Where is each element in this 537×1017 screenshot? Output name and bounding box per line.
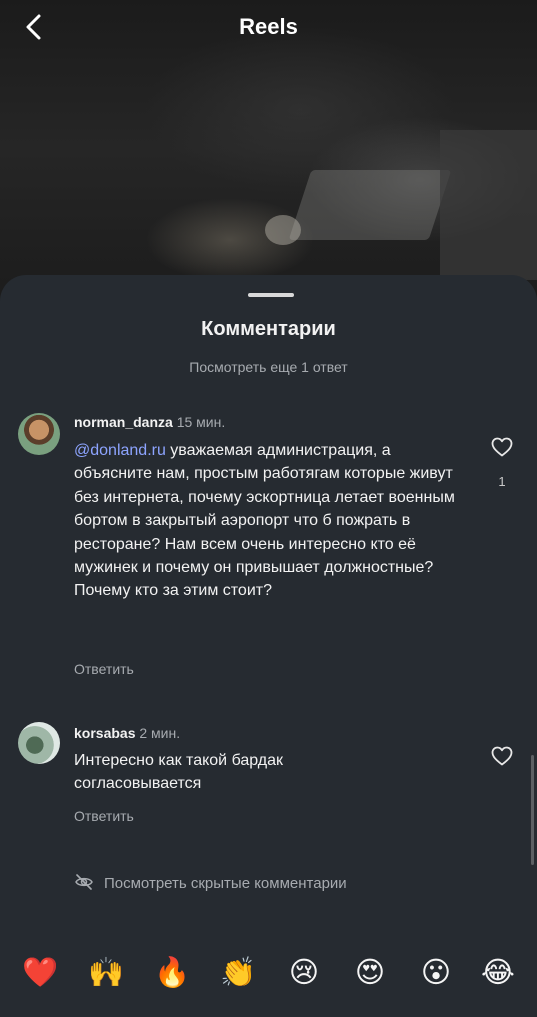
comment-meta: norman_danza 15 мин.: [74, 414, 225, 430]
view-hidden-comments-link[interactable]: Посмотреть скрытые комментарии: [74, 873, 347, 892]
reaction-bar: ❤️ 🙌 🔥 👏 😢 😍 😮 😂: [0, 955, 537, 995]
reaction-crying-face[interactable]: 😢: [286, 955, 322, 991]
reaction-heart[interactable]: ❤️: [22, 955, 58, 991]
reaction-heart-eyes[interactable]: 😍: [352, 955, 388, 991]
comment-time: 15 мин.: [176, 414, 226, 430]
comments-title: Комментарии: [201, 318, 336, 340]
comment-body: уважаемая администрация, а объясните нам…: [74, 442, 455, 600]
comment-time: 2 мин.: [139, 725, 181, 741]
reaction-clapping-hands[interactable]: 👏: [220, 955, 256, 991]
comment-text: @donland.ru уважаемая администрация, а о…: [74, 439, 464, 603]
like-count: 1: [498, 474, 506, 489]
reaction-raised-hands[interactable]: 🙌: [88, 955, 124, 991]
comment-meta: korsabas 2 мин.: [74, 725, 180, 741]
reaction-fire[interactable]: 🔥: [154, 955, 190, 991]
reply-button[interactable]: Ответить: [74, 808, 134, 824]
comment-mention[interactable]: @donland.ru: [74, 442, 166, 459]
avatar[interactable]: [18, 722, 60, 764]
comment-body: Интересно как такой бардак согласовывает…: [74, 752, 284, 793]
eye-off-icon: [75, 874, 93, 890]
comment-username[interactable]: korsabas: [74, 725, 135, 741]
heart-icon[interactable]: [490, 744, 514, 768]
comment-text: Интересно как такой бардак согласовывает…: [74, 749, 374, 796]
reaction-tears-of-joy[interactable]: 😂: [480, 955, 516, 991]
sheet-grab-handle[interactable]: [248, 293, 294, 297]
comments-sheet: Комментарии Посмотреть еще 1 ответ norma…: [0, 275, 537, 1017]
view-more-replies-link[interactable]: Посмотреть еще 1 ответ: [0, 359, 537, 375]
scrollbar[interactable]: [531, 755, 534, 865]
hidden-comments-label: Посмотреть скрытые комментарии: [104, 875, 347, 892]
video-object-box: [288, 170, 452, 240]
page-title: Reels: [239, 14, 298, 39]
reaction-surprised-face[interactable]: 😮: [418, 955, 454, 991]
video-object-shelf: [440, 130, 537, 280]
avatar[interactable]: [18, 413, 60, 455]
video-object-cup: [265, 215, 301, 245]
reply-button[interactable]: Ответить: [74, 661, 134, 677]
top-bar: Reels: [0, 0, 537, 56]
heart-icon[interactable]: [490, 435, 514, 459]
comment-username[interactable]: norman_danza: [74, 414, 173, 430]
